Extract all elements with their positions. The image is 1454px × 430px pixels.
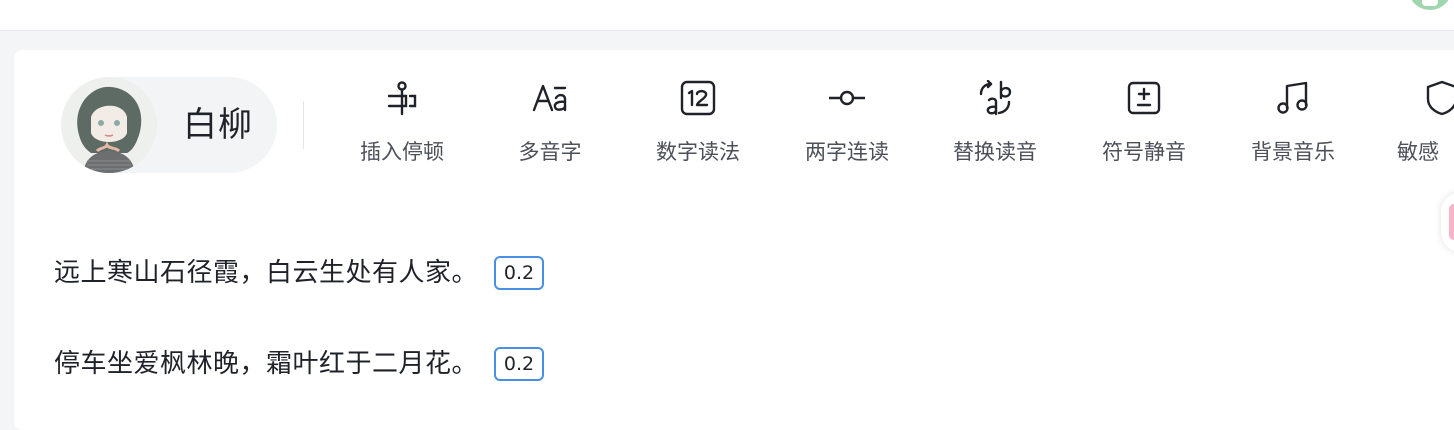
assistant-icon — [1449, 204, 1454, 240]
pause-tag[interactable]: 0.2 — [494, 256, 545, 290]
toolbar-divider — [303, 101, 304, 149]
speaker-avatar-illustration — [61, 77, 157, 173]
number-reading-icon — [680, 80, 716, 116]
replace-pronunciation-icon — [977, 79, 1013, 116]
editor-line[interactable]: 停车坐爱枫林晚，霜叶红于二月花。 0.2 — [54, 344, 545, 384]
tool-label: 敏感 — [1397, 140, 1439, 164]
tool-insert-pause[interactable]: 插入停顿 — [337, 80, 467, 170]
pause-tag[interactable]: 0.2 — [494, 347, 545, 381]
insert-pause-icon — [384, 80, 420, 116]
tool-symbol-mute[interactable]: 符号静音 — [1079, 80, 1209, 170]
top-bar — [0, 0, 1454, 31]
user-avatar-icon — [1408, 0, 1452, 10]
polyphone-icon — [532, 80, 568, 116]
tool-label: 插入停顿 — [360, 140, 444, 164]
tool-label: 数字读法 — [656, 140, 740, 164]
sensitive-shield-icon — [1424, 80, 1454, 116]
line-text[interactable]: 远上寒山石径霞，白云生处有人家。 — [54, 255, 478, 291]
tool-label: 符号静音 — [1102, 140, 1186, 164]
background-music-icon — [1275, 80, 1311, 116]
tool-label: 背景音乐 — [1251, 140, 1335, 164]
speaker-name: 白柳 — [183, 105, 253, 145]
tool-number-reading[interactable]: 数字读法 — [633, 80, 763, 170]
tool-label: 两字连读 — [805, 140, 889, 164]
tool-label: 多音字 — [518, 140, 582, 164]
tool-replace-pronunciation[interactable]: 替换读音 — [930, 79, 1060, 170]
symbol-mute-icon — [1126, 80, 1162, 116]
two-char-link-icon — [827, 80, 867, 116]
tool-background-music[interactable]: 背景音乐 — [1228, 80, 1358, 170]
tool-polyphone[interactable]: 多音字 — [485, 80, 615, 170]
tool-two-char-link[interactable]: 两字连读 — [782, 80, 912, 170]
editor-line[interactable]: 远上寒山石径霞，白云生处有人家。 0.2 — [54, 253, 545, 293]
tool-sensitive[interactable]: 敏感 — [1377, 80, 1454, 170]
speaker-avatar — [61, 77, 157, 173]
speaker-selector[interactable]: 白柳 — [61, 77, 277, 173]
line-text[interactable]: 停车坐爱枫林晚，霜叶红于二月花。 — [54, 346, 478, 382]
tool-label: 替换读音 — [953, 140, 1037, 164]
